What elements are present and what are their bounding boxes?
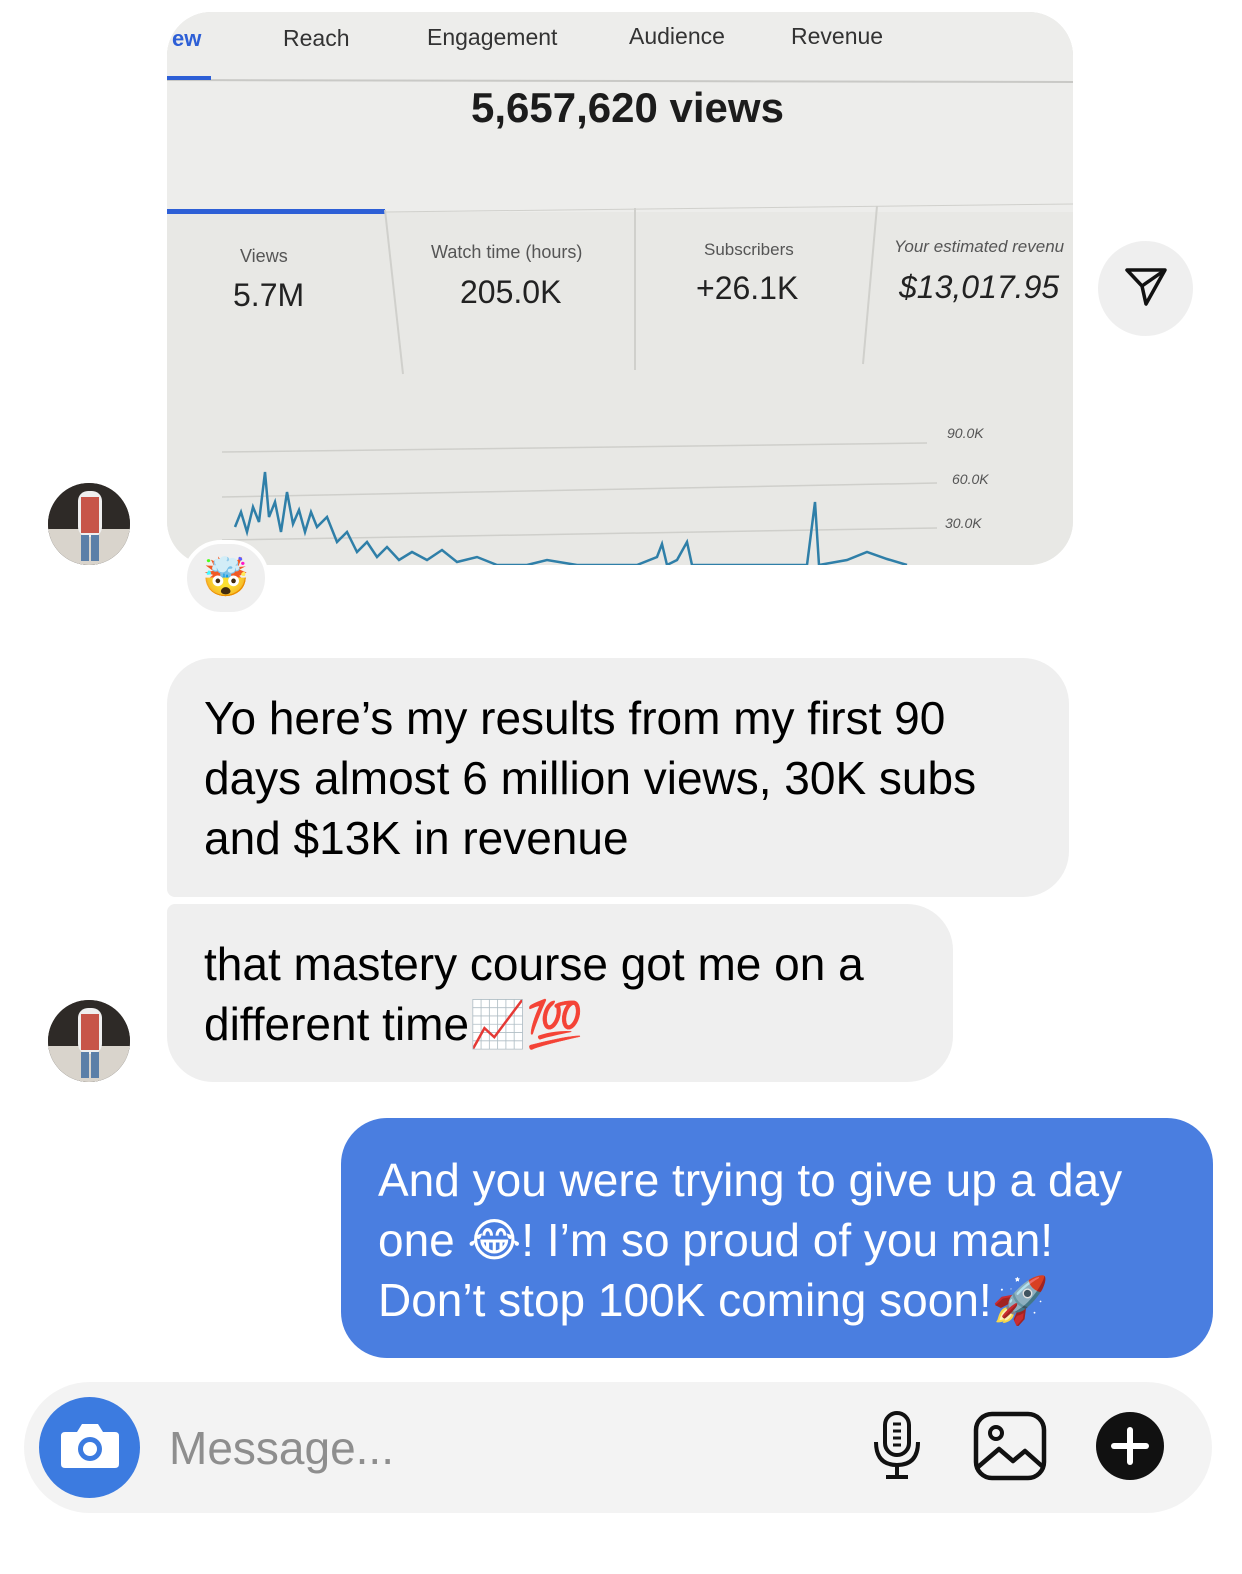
message-input[interactable] <box>169 1420 769 1476</box>
card-value: +26.1K <box>696 270 798 306</box>
rocket-emoji: 🚀 <box>991 1274 1049 1326</box>
chart-tick: 60.0K <box>952 471 989 487</box>
photo-total-views: 5,657,620 views <box>471 84 784 131</box>
photo-tab: Reach <box>283 25 349 51</box>
card-label: Subscribers <box>704 240 794 259</box>
message-text-line: one <box>378 1214 468 1266</box>
card-value: 205.0K <box>460 274 561 310</box>
photo-tab: Revenue <box>791 23 883 49</box>
incoming-message[interactable]: that mastery course got me on a differen… <box>167 904 953 1082</box>
card-label: Watch time (hours) <box>431 242 582 262</box>
chart-tick: 90.0K <box>947 425 984 441</box>
message-text-line: and $13K in revenue <box>204 812 629 864</box>
image-icon <box>973 1411 1047 1486</box>
microphone-button[interactable] <box>859 1410 935 1486</box>
outgoing-message[interactable]: And you were trying to give up a day one… <box>341 1118 1213 1358</box>
card-value: $13,017.95 <box>898 269 1059 305</box>
more-button[interactable] <box>1092 1410 1168 1486</box>
share-button[interactable] <box>1098 241 1193 336</box>
plus-icon <box>1094 1410 1166 1487</box>
chart-tick: 30.0K <box>945 515 982 531</box>
card-label: Views <box>240 246 288 266</box>
card-value: 5.7M <box>233 277 304 313</box>
message-text-line: ! I’m so proud of you man! <box>521 1214 1054 1266</box>
sender-avatar[interactable] <box>48 483 130 565</box>
message-text-line: And you were trying to give up a day <box>378 1154 1123 1206</box>
exploding-head-emoji: 🤯 <box>202 557 250 599</box>
photo-tab: Engagement <box>427 24 558 50</box>
analytics-photo-message[interactable]: 90.0K 60.0K 30.0K ew Reach Engagement Au… <box>167 12 1073 565</box>
message-text-line: days almost 6 million views, 30K subs <box>204 752 977 804</box>
sender-avatar[interactable] <box>48 1000 130 1082</box>
microphone-icon <box>869 1410 925 1487</box>
card-label: Your estimated revenu <box>894 237 1065 256</box>
photo-tab: Audience <box>629 23 725 49</box>
camera-button[interactable] <box>39 1397 140 1498</box>
reaction-badge[interactable]: 🤯 <box>183 540 269 616</box>
camera-icon <box>59 1420 121 1475</box>
paper-plane-icon <box>1122 262 1170 315</box>
message-text-line: different time <box>204 998 470 1050</box>
message-composer <box>24 1382 1212 1513</box>
chart-and-100-emoji: 📈💯 <box>469 998 584 1050</box>
laughing-emoji: 😂 <box>467 1214 522 1266</box>
message-text-line: that mastery course got me on a <box>204 938 864 990</box>
gallery-button[interactable] <box>972 1410 1048 1486</box>
message-text-line: Don’t stop 100K coming soon! <box>378 1274 992 1326</box>
incoming-message[interactable]: Yo here’s my results from my first 90 da… <box>167 658 1069 897</box>
message-text-line: Yo here’s my results from my first 90 <box>204 692 946 744</box>
photo-tab: ew <box>172 26 202 51</box>
